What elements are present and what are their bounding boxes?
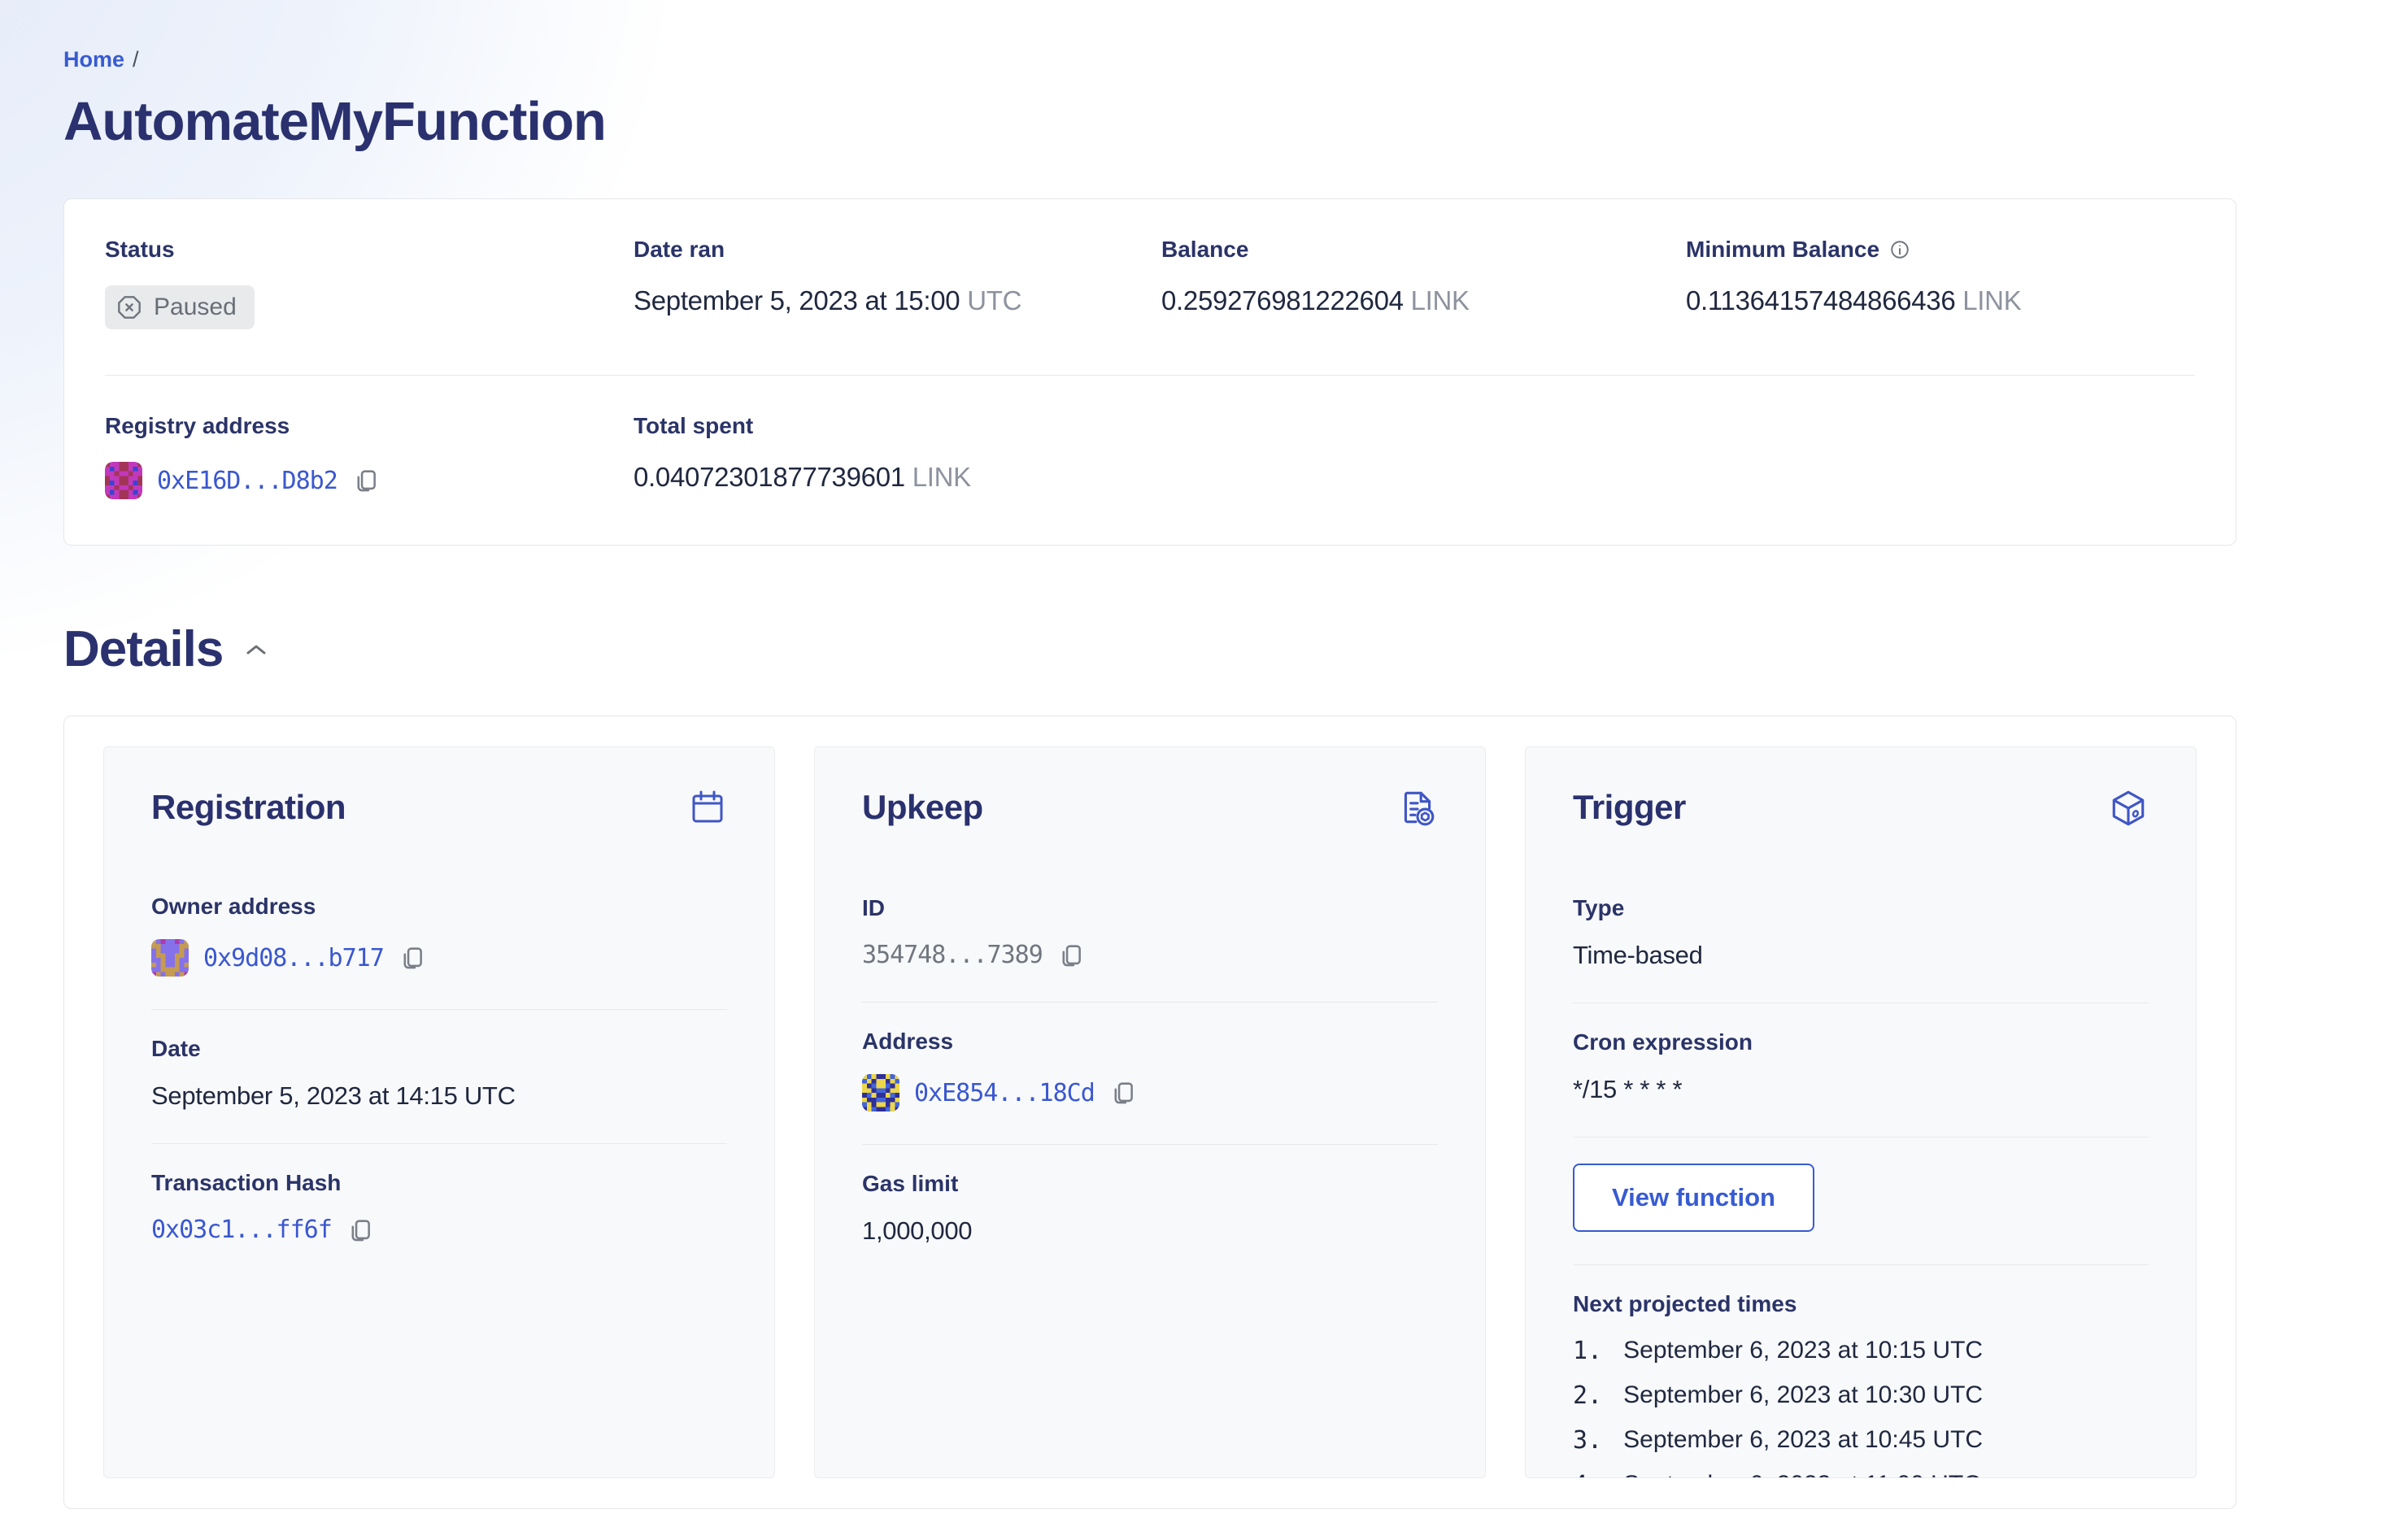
upkeep-address-section: Address 0xE854...18Cd xyxy=(862,1002,1438,1144)
projected-times-list: 1. September 6, 2023 at 10:15 UTC 2. Septe… xyxy=(1573,1337,2149,1477)
list-item-number: 4. xyxy=(1573,1471,1602,1477)
date-ran-block: Date ran September 5, 2023 at 15:00 UTC xyxy=(634,237,1161,329)
list-item-number: 2. xyxy=(1573,1381,1603,1410)
balance-label: Balance xyxy=(1161,237,1249,262)
next-projected-times-label: Next projected times xyxy=(1573,1291,1797,1316)
list-item: 4. September 6, 2023 at 11:00 UTC xyxy=(1573,1471,2149,1477)
registration-date-label: Date xyxy=(151,1036,201,1061)
min-balance-value: 0.11364157484866436 xyxy=(1686,285,1956,315)
total-spent-value: 0.04072301877739601 xyxy=(634,462,905,492)
copy-icon[interactable] xyxy=(1109,1079,1137,1107)
overview-row-2: Registry address 0xE16D...D8b2 Total spe… xyxy=(105,375,2195,545)
view-function-button[interactable]: View function xyxy=(1573,1164,1814,1232)
total-spent-block: Total spent 0.04072301877739601 LINK xyxy=(634,413,1161,499)
copy-icon[interactable] xyxy=(398,944,426,972)
cube-icon xyxy=(2108,788,2149,829)
trigger-card: Trigger Type Time-based Cron expression … xyxy=(1525,746,2197,1478)
registration-date-value: September 5, 2023 at 14:15 UTC xyxy=(151,1081,516,1110)
gas-limit-section: Gas limit 1,000,000 xyxy=(862,1144,1438,1278)
identicon-upkeep xyxy=(862,1074,899,1111)
overview-row-1: Status Paused Date ran September 5, 2023… xyxy=(105,199,2195,375)
balance-block: Balance 0.259276981222604 LINK xyxy=(1161,237,1686,329)
balance-suffix: LINK xyxy=(1410,285,1470,315)
upkeep-id-section: ID 354748...7389 xyxy=(862,869,1438,1002)
upkeep-address-link[interactable]: 0xE854...18Cd xyxy=(914,1079,1095,1107)
list-item: 3. September 6, 2023 at 10:45 UTC xyxy=(1573,1426,2149,1455)
list-item-text: September 6, 2023 at 10:30 UTC xyxy=(1623,1381,1984,1408)
identicon-owner xyxy=(151,939,189,977)
details-heading: Details xyxy=(63,621,224,677)
transaction-hash-link[interactable]: 0x03c1...ff6f xyxy=(151,1216,333,1244)
list-item-text: September 6, 2023 at 10:45 UTC xyxy=(1623,1426,1984,1453)
total-spent-suffix: LINK xyxy=(912,462,971,492)
date-ran-label: Date ran xyxy=(634,237,725,262)
transaction-hash-section: Transaction Hash 0x03c1...ff6f xyxy=(151,1143,727,1277)
breadcrumb-home-link[interactable]: Home xyxy=(63,47,124,72)
transaction-hash-label: Transaction Hash xyxy=(151,1170,342,1195)
automation-upkeep-page: Home / AutomateMyFunction Status Paused xyxy=(0,0,2391,1509)
balance-value: 0.259276981222604 xyxy=(1161,285,1404,315)
date-ran-value: September 5, 2023 at 15:00 xyxy=(634,285,960,315)
trigger-title: Trigger xyxy=(1573,788,1686,826)
registration-card: Registration Owner address 0x9d08...b717… xyxy=(103,746,775,1478)
document-search-icon xyxy=(1397,788,1438,829)
list-item: 2. September 6, 2023 at 10:30 UTC xyxy=(1573,1381,2149,1410)
identicon-registry xyxy=(105,462,142,499)
cron-expression-label: Cron expression xyxy=(1573,1029,1753,1055)
min-balance-block: Minimum Balance 0.11364157484866436 LINK xyxy=(1686,237,2195,329)
list-item-number: 3. xyxy=(1573,1426,1603,1455)
details-heading-row: Details xyxy=(63,620,2236,678)
upkeep-id-label: ID xyxy=(862,895,885,920)
trigger-type-label: Type xyxy=(1573,895,1625,920)
upkeep-address-label: Address xyxy=(862,1029,954,1054)
cron-expression-value: */15 * * * * xyxy=(1573,1075,1683,1103)
cron-expression-section: Cron expression */15 * * * * xyxy=(1573,1003,2149,1137)
owner-address-label: Owner address xyxy=(151,894,316,919)
min-balance-label: Minimum Balance xyxy=(1686,237,1880,262)
trigger-type-section: Type Time-based xyxy=(1573,869,2149,1003)
upkeep-card: Upkeep ID 354748...7389 Address 0xE854..… xyxy=(814,746,1486,1478)
chevron-up-icon[interactable] xyxy=(244,642,268,657)
page-title: AutomateMyFunction xyxy=(63,91,607,152)
status-badge-text: Paused xyxy=(154,294,237,320)
details-card: Registration Owner address 0x9d08...b717… xyxy=(63,716,2236,1509)
status-label: Status xyxy=(105,237,175,262)
copy-icon[interactable] xyxy=(352,467,380,494)
upkeep-id-value: 354748...7389 xyxy=(862,941,1043,969)
copy-icon[interactable] xyxy=(346,1216,374,1244)
list-item-number: 1. xyxy=(1573,1337,1603,1365)
registry-address-link[interactable]: 0xE16D...D8b2 xyxy=(157,467,338,495)
gas-limit-value: 1,000,000 xyxy=(862,1216,973,1245)
breadcrumb-separator: / xyxy=(133,47,139,72)
owner-address-link[interactable]: 0x9d08...b717 xyxy=(203,944,385,972)
date-ran-suffix: UTC xyxy=(967,285,1022,315)
status-badge: Paused xyxy=(105,285,255,329)
owner-address-section: Owner address 0x9d08...b717 xyxy=(151,868,727,1009)
next-projected-times-section: Next projected times 1. September 6, 2023… xyxy=(1573,1264,2149,1477)
copy-icon[interactable] xyxy=(1057,942,1085,969)
upkeep-title: Upkeep xyxy=(862,788,983,826)
view-function-section: View function xyxy=(1573,1137,2149,1264)
total-spent-label: Total spent xyxy=(634,413,754,438)
registration-title: Registration xyxy=(151,788,346,826)
list-item: 1. September 6, 2023 at 10:15 UTC xyxy=(1573,1337,2149,1365)
overview-card: Status Paused Date ran September 5, 2023… xyxy=(63,198,2236,546)
status-block: Status Paused xyxy=(105,237,634,329)
registration-date-section: Date September 5, 2023 at 14:15 UTC xyxy=(151,1009,727,1143)
octagon-x-icon xyxy=(116,294,142,320)
trigger-type-value: Time-based xyxy=(1573,941,1703,969)
gas-limit-label: Gas limit xyxy=(862,1171,959,1196)
calendar-icon xyxy=(688,788,727,827)
min-balance-suffix: LINK xyxy=(1962,285,2022,315)
list-item-text: September 6, 2023 at 10:15 UTC xyxy=(1623,1337,1984,1364)
list-item-text: September 6, 2023 at 11:00 UTC xyxy=(1623,1471,1981,1477)
breadcrumb: Home / xyxy=(63,47,2236,72)
registry-label: Registry address xyxy=(105,413,290,438)
info-icon[interactable] xyxy=(1889,239,1910,260)
registry-block: Registry address 0xE16D...D8b2 xyxy=(105,413,634,499)
